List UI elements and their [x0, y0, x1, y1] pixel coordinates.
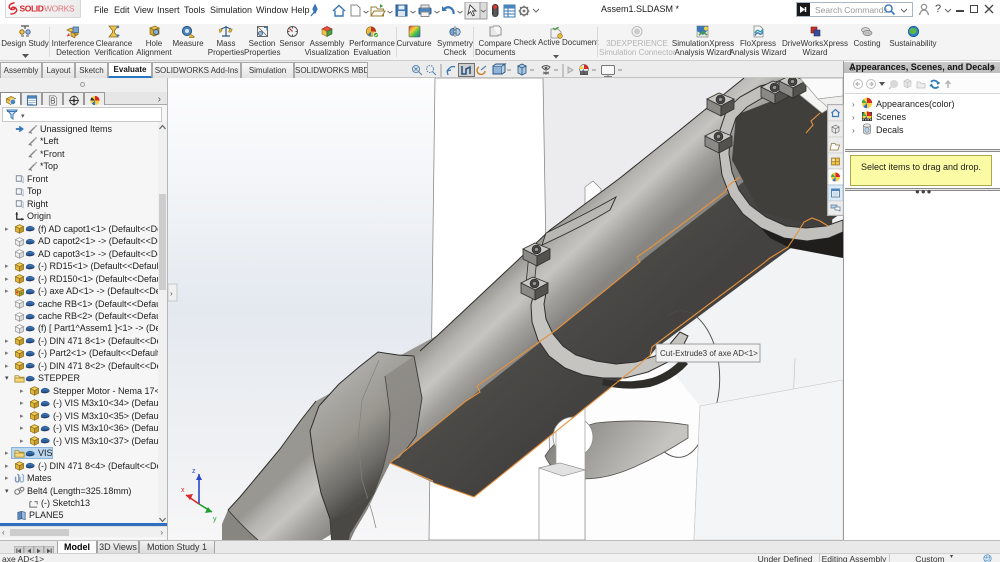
svg-text:x: x [181, 487, 185, 494]
svg-text:›: › [170, 289, 173, 298]
svg-text:z: z [192, 468, 196, 475]
svg-text:WORKS: WORKS [44, 4, 75, 14]
svg-text:Cut-Extrude3 of axe AD<1>: Cut-Extrude3 of axe AD<1> [660, 349, 758, 358]
svg-text:SOLID: SOLID [20, 4, 44, 14]
svg-text:y: y [213, 516, 217, 523]
